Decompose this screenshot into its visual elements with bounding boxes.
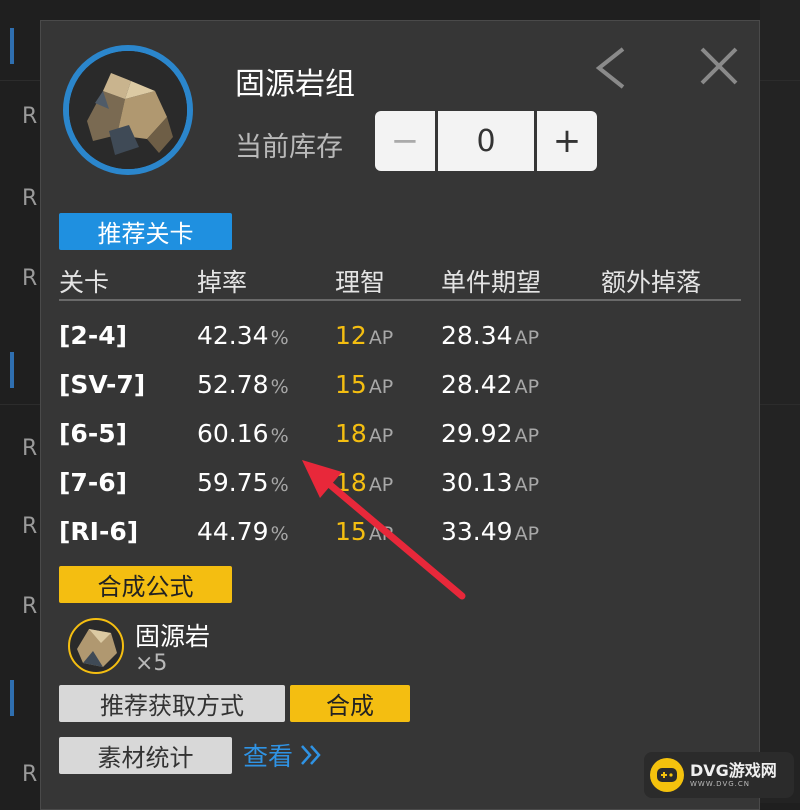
table-row[interactable]: [SV-7] 52.78% 15 AP 28.42 AP bbox=[59, 370, 741, 410]
stock-label: 当前库存 bbox=[235, 132, 343, 163]
formula-tag: 合成公式 bbox=[59, 566, 232, 603]
sanity-cost: 15 AP bbox=[335, 517, 394, 546]
column-header-extra-drop: 额外掉落 bbox=[601, 268, 702, 297]
table-row[interactable]: [2-4] 42.34% 12 AP 28.34 AP bbox=[59, 321, 741, 361]
watermark-logo: DVG游戏网 WWW.DVG.CN bbox=[644, 752, 794, 798]
expected-cost: 28.34 AP bbox=[441, 321, 540, 350]
stage-id: [6-5] bbox=[59, 419, 128, 448]
sanity-cost: 18 AP bbox=[335, 419, 394, 448]
close-icon[interactable] bbox=[696, 43, 742, 89]
synthesize-button[interactable]: 合成 bbox=[290, 685, 410, 722]
item-detail-dialog: 固源岩组 当前库存 − 0 + 推荐关卡 关卡 掉率 理智 单件期望 额外掉落 … bbox=[40, 20, 760, 810]
table-row[interactable]: [RI-6] 44.79% 15 AP 33.49 AP bbox=[59, 517, 741, 557]
view-label: 查看 bbox=[243, 742, 294, 771]
quantity-stepper: − 0 + bbox=[375, 111, 597, 171]
item-title: 固源岩组 bbox=[235, 67, 355, 102]
recommend-source-button[interactable]: 推荐获取方式 bbox=[59, 685, 285, 722]
watermark-url: WWW.DVG.CN bbox=[690, 779, 751, 788]
background-row-letter: R bbox=[22, 186, 38, 211]
background-section-marker bbox=[10, 352, 14, 388]
increment-button[interactable]: + bbox=[537, 111, 597, 171]
stage-id: [2-4] bbox=[59, 321, 128, 350]
material-name: 固源岩 bbox=[135, 622, 211, 651]
drop-rate: 52.78% bbox=[197, 370, 289, 399]
drop-rate: 44.79% bbox=[197, 517, 289, 546]
table-row[interactable]: [7-6] 59.75% 18 AP 30.13 AP bbox=[59, 468, 741, 508]
column-header-stage: 关卡 bbox=[59, 268, 110, 297]
view-link[interactable]: 查看 bbox=[243, 737, 323, 773]
column-header-sanity: 理智 bbox=[335, 268, 386, 297]
expected-cost: 29.92 AP bbox=[441, 419, 540, 448]
background-row-letter: R bbox=[22, 266, 38, 291]
background-panel bbox=[760, 0, 800, 803]
item-avatar bbox=[63, 45, 193, 175]
expected-cost: 28.42 AP bbox=[441, 370, 540, 399]
decrement-button[interactable]: − bbox=[375, 111, 435, 171]
stock-value[interactable]: 0 bbox=[438, 111, 534, 171]
back-icon[interactable] bbox=[591, 45, 631, 91]
rock-cluster-icon bbox=[69, 51, 187, 169]
drop-rate: 60.16% bbox=[197, 419, 289, 448]
background-row-letter: R bbox=[22, 104, 38, 129]
column-header-expectation: 单件期望 bbox=[441, 268, 542, 297]
background-row-letter: R bbox=[22, 514, 38, 539]
table-row[interactable]: [6-5] 60.16% 18 AP 29.92 AP bbox=[59, 419, 741, 459]
expected-cost: 30.13 AP bbox=[441, 468, 540, 497]
material-stats-button[interactable]: 素材统计 bbox=[59, 737, 232, 774]
background-section-marker bbox=[10, 680, 14, 716]
drop-rate: 59.75% bbox=[197, 468, 289, 497]
recommended-stages-tag: 推荐关卡 bbox=[59, 213, 232, 250]
sanity-cost: 12 AP bbox=[335, 321, 394, 350]
watermark-brand: DVG游戏网 bbox=[690, 761, 777, 781]
material-quantity: ×5 bbox=[135, 651, 168, 676]
background-row-letter: R bbox=[22, 594, 38, 619]
stage-id: [SV-7] bbox=[59, 370, 146, 399]
stage-table-header: 关卡 掉率 理智 单件期望 额外掉落 bbox=[59, 263, 741, 301]
column-header-rate: 掉率 bbox=[197, 268, 248, 297]
sanity-cost: 18 AP bbox=[335, 468, 394, 497]
stage-id: [7-6] bbox=[59, 468, 128, 497]
gamepad-icon bbox=[650, 758, 684, 792]
expected-cost: 33.49 AP bbox=[441, 517, 540, 546]
drop-rate: 42.34% bbox=[197, 321, 289, 350]
background-row-letter: R bbox=[22, 436, 38, 461]
double-chevron-right-icon bbox=[301, 745, 321, 765]
rock-icon[interactable] bbox=[67, 617, 125, 675]
sanity-cost: 15 AP bbox=[335, 370, 394, 399]
background-row-letter: R bbox=[22, 762, 38, 787]
stage-id: [RI-6] bbox=[59, 517, 139, 546]
background-section-marker bbox=[10, 28, 14, 64]
